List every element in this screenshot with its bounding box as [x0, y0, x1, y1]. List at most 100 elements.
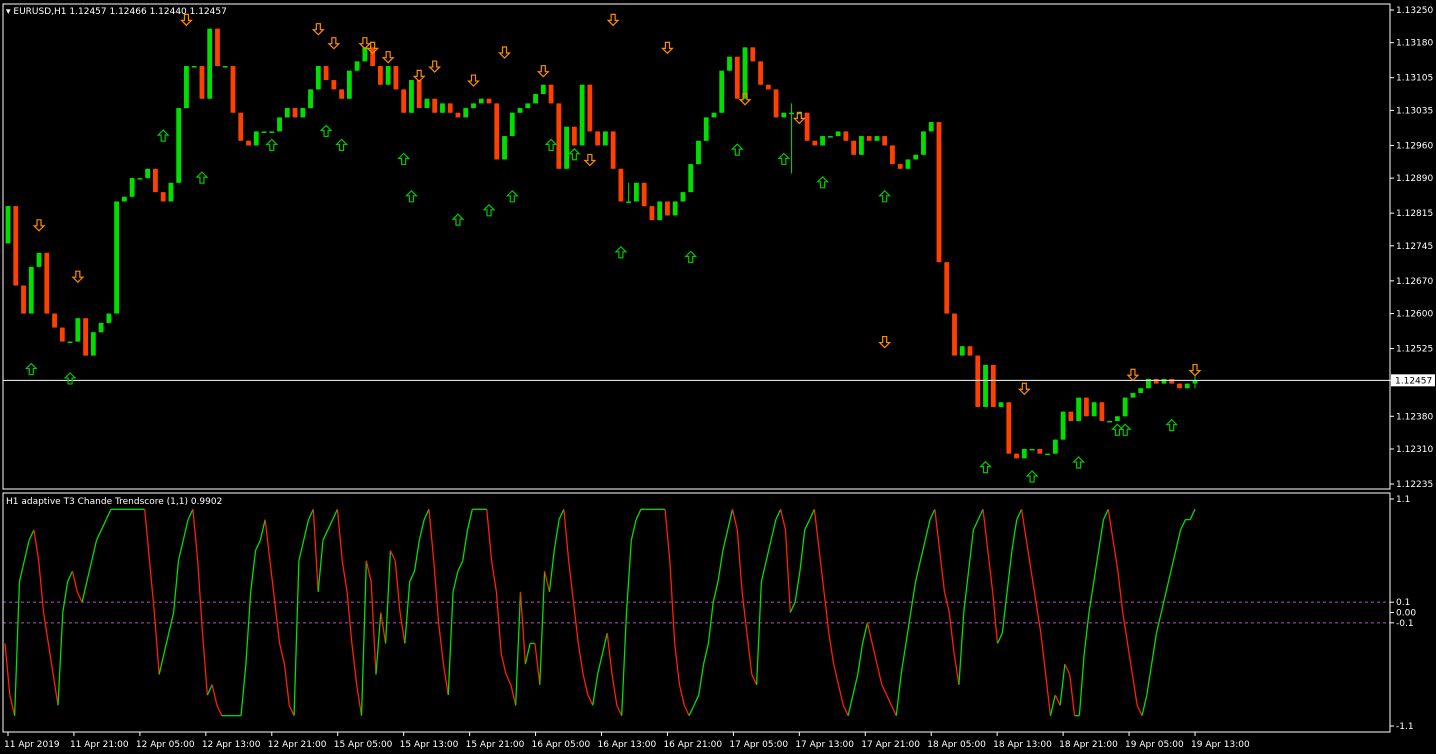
sell-signal-arrow [327, 37, 341, 50]
trendscore-segment [953, 653, 960, 685]
candle-body [432, 98, 438, 113]
trendscore-segment [958, 612, 965, 685]
candle-body [750, 47, 756, 62]
trendscore-segment [755, 581, 763, 685]
candle-body [1153, 378, 1159, 384]
trendscore-segment [939, 550, 946, 592]
candle-body [339, 89, 345, 99]
time-tick-label: 15 Apr 13:00 [400, 740, 459, 750]
trendscore-segment [211, 684, 218, 706]
trendscore-segment [91, 540, 98, 562]
buy-signal-arrow [451, 213, 465, 226]
trendscore-segment [38, 560, 45, 613]
trendscore-segment [254, 539, 261, 551]
down-arrow-icon [1126, 368, 1140, 382]
up-arrow-icon [1165, 418, 1179, 432]
candle-body [284, 108, 290, 118]
trendscore-segment [288, 705, 295, 716]
trendscore-segment [269, 560, 276, 603]
candle-body [222, 66, 228, 68]
trendscore-segment [418, 519, 425, 541]
up-arrow-icon [24, 362, 38, 376]
trendscore-segment [1001, 591, 1008, 634]
trendscore-segment [727, 509, 734, 531]
trendscore-segment [987, 550, 994, 592]
trendscore-segment [67, 570, 74, 582]
candle-body [913, 154, 919, 160]
trendscore-segment [828, 633, 835, 665]
trendscore-segment [731, 509, 738, 531]
candle-body [928, 122, 934, 132]
candle-body [610, 131, 616, 169]
sell-signal-arrow [381, 51, 395, 64]
trendscore-segment [1175, 529, 1182, 551]
trendscore-segment [534, 643, 541, 685]
trendscore-segment [201, 633, 208, 696]
trendscore-segment [303, 519, 310, 541]
buy-signal-arrow [1072, 456, 1086, 469]
trendscore-segment [992, 591, 999, 644]
trendscore-segment [876, 663, 883, 685]
up-arrow-icon [878, 189, 892, 203]
buy-signal-arrow [1165, 418, 1179, 432]
down-arrow-icon [412, 69, 426, 83]
trendscore-segment [172, 560, 180, 613]
candle-body [587, 84, 593, 132]
down-arrow-icon [358, 37, 372, 50]
trendscore-segment [187, 509, 194, 520]
candle-body [44, 252, 50, 314]
trendscore-segment [9, 694, 16, 716]
candle-body [1014, 453, 1019, 459]
trendscore-segment [4, 643, 11, 696]
candle-body [758, 61, 763, 85]
candle-body [292, 108, 298, 118]
trendscore-segment [264, 519, 271, 561]
down-arrow-icon [583, 153, 597, 167]
trendscore-segment [698, 663, 705, 696]
up-arrow-icon [567, 147, 581, 161]
trendscore-segment [833, 663, 840, 685]
trendscore-segment [462, 529, 469, 562]
trendscore-segment [177, 540, 184, 562]
candle-body [28, 266, 34, 314]
trendscore-segment [837, 684, 844, 706]
time-tick-label: 15 Apr 05:00 [334, 740, 393, 750]
trendscore-segment [1179, 519, 1186, 531]
candle-body [517, 108, 523, 113]
trendscore-segment [18, 560, 25, 582]
candle-body [121, 196, 127, 202]
up-arrow-icon [730, 143, 744, 156]
trendscore-segment [437, 622, 445, 665]
candle-body [649, 206, 655, 221]
buy-signal-arrow [404, 189, 418, 203]
oscillator-pane [3, 508, 1390, 717]
up-arrow-icon [319, 124, 333, 138]
symbol-label: EURUSD,H1 [13, 7, 66, 17]
trendscore-segment [905, 612, 912, 644]
trendscore-segment [100, 519, 107, 531]
candle-body [1169, 378, 1175, 384]
trendscore-segment [1117, 571, 1124, 613]
trendscore-segment [678, 684, 685, 706]
osc-tick-label: -0.1 [1396, 619, 1414, 629]
trendscore-segment [890, 705, 897, 716]
trendscore-segment [404, 581, 411, 644]
trendscore-segment [216, 705, 223, 716]
candle-body [478, 98, 484, 104]
buy-signal-arrow [1118, 423, 1132, 436]
trendscore-segment [760, 560, 767, 582]
up-arrow-icon [156, 129, 170, 142]
trendscore-segment [519, 591, 526, 665]
candle-body [781, 112, 787, 118]
candle-body [595, 131, 601, 146]
trendscore-segment [259, 519, 266, 541]
price-tick-label: 1.13035 [1396, 106, 1433, 116]
trendscore-segment [153, 612, 160, 675]
candle-body [1130, 392, 1136, 398]
trendscore-segment [1040, 633, 1047, 675]
sell-signal-arrow [498, 46, 511, 59]
up-arrow-icon [1025, 470, 1039, 483]
candle-body [440, 103, 445, 113]
sell-signal-arrow [32, 219, 46, 232]
trendscore-segment [611, 674, 618, 706]
